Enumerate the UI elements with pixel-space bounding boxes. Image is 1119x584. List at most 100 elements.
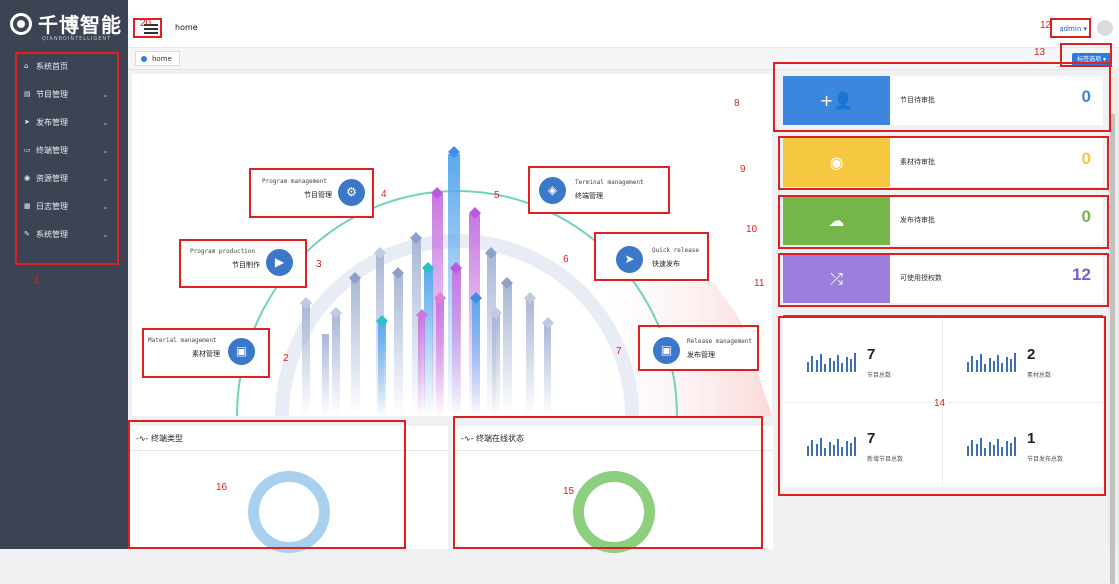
stat-value: 2 [1027,346,1036,363]
bar-chart-icon [967,352,1019,372]
sidebar-item-4[interactable]: ◉ 资源管理 ⌄ [0,164,128,192]
brand-logo: 千博智能 QIANBOINTELLIGENT [0,0,128,50]
annotation-number: 4 [381,189,387,200]
annotation-number: 16 [216,482,228,493]
image-icon: ▣ [228,338,255,365]
panel-terminal-type: -∿- 终端类型 [128,426,448,553]
module-quick-release[interactable]: ➤ Quick release 快速发布 [596,234,709,281]
brand-logo-icon [10,13,32,35]
annotation-number: 12 [1040,20,1052,31]
annotation-number: 6 [563,254,569,265]
approval-card[interactable]: ☁ 发布待审批 0 [783,196,1103,245]
card-label: 发布待审批 [900,216,935,224]
chevron-down-icon: ⌄ [102,229,109,239]
log-icon: ▦ [24,202,31,210]
annotation-number: 15 [563,486,575,497]
add-user-icon: +👤 [783,76,890,125]
card-label: 可使用授权数 [900,274,942,282]
send-icon: ➤ [24,118,30,126]
annotation-number: 8 [734,98,740,109]
sidebar-item-label: 节目管理 [36,89,68,99]
annotation-number: 14 [934,398,946,409]
annotation-number: 3 [316,259,322,270]
card-value: 0 [1081,207,1091,226]
annotation-number: 1 [34,275,40,286]
user-gear-icon: ⚙ [338,179,365,206]
resource-icon: ◉ [24,174,31,182]
scrollbar[interactable] [1108,74,1118,584]
sidebar-item-5[interactable]: ▦ 日志管理 ⌄ [0,192,128,220]
module-terminal-management[interactable]: ◈ Terminal management 终端管理 [529,168,667,213]
annotation-number: 7 [616,346,622,357]
chevron-down-icon: ⌄ [102,201,109,211]
user-menu[interactable]: admin ▾ [1059,25,1087,33]
page-title: home [175,23,198,32]
approval-card[interactable]: +👤 节目待审批 0 [783,76,1103,125]
approval-card[interactable]: ◉ 素材待审批 0 [783,138,1103,187]
brand-subtitle: QIANBOINTELLIGENT [42,36,112,42]
chevron-down-icon: ⌄ [102,173,109,183]
bar-chart-icon [967,436,1019,456]
tab-bar: home 标签选项 ▾ [128,48,1119,70]
stat-label: 素材总数 [1027,372,1052,379]
stat-label: 新增节目总数 [867,456,904,463]
tab-options-button[interactable]: 标签选项 ▾ [1072,53,1111,66]
sidebar-item-3[interactable]: ▭ 终端管理 ⌄ [0,136,128,164]
wrench-icon: ✎ [24,230,30,238]
terminal-type-donut [248,471,330,553]
release-icon: ▣ [653,337,680,364]
top-header: home admin ▾ [128,0,1119,48]
shuffle-icon: ⤮ [783,254,890,303]
card-label: 素材待审批 [900,158,935,166]
annotation-number: 13 [1034,47,1046,58]
stat-cell: 2 素材总数 [943,318,1103,402]
play-icon: ▶ [266,249,293,276]
brand-title: 千博智能 [38,13,122,37]
avatar[interactable] [1097,20,1113,36]
sidebar-item-label: 系统首页 [36,61,68,71]
stat-cell: 7 新增节目总数 [783,402,943,486]
panel-terminal-type-title: -∿- 终端类型 [136,434,184,443]
active-dot-icon [141,56,147,62]
sidebar-item-0[interactable]: ⌂ 系统首页 [0,52,128,80]
card-label: 节目待审批 [900,96,935,104]
card-value: 0 [1081,87,1091,106]
annotation-number: 11 [754,278,765,289]
stat-value: 7 [867,430,876,447]
sidebar-item-1[interactable]: ▤ 节目管理 ⌄ [0,80,128,108]
paper-plane-icon: ➤ [616,246,643,273]
tab-home-label: home [152,55,172,63]
module-material-management[interactable]: Material management 素材管理 ▣ [144,329,269,377]
stat-value: 7 [867,346,876,363]
sidebar-item-6[interactable]: ✎ 系统管理 ⌄ [0,220,128,248]
sidebar-item-label: 日志管理 [36,201,68,211]
module-release-management[interactable]: ▣ Release management 发布管理 [641,328,758,370]
home-icon: ⌂ [24,62,29,70]
cloud-upload-icon: ☁ [783,196,890,245]
tab-home[interactable]: home [135,51,180,66]
sidebar-item-label: 资源管理 [36,173,68,183]
annotation-number: 9 [740,164,746,175]
module-program-production[interactable]: Program production 节目制作 ▶ [180,240,306,287]
bar-chart-icon [807,436,859,456]
bar-chart-icon [807,352,859,372]
stat-cell: 1 节目发布总数 [943,402,1103,486]
module-program-management[interactable]: Program management 节目管理 ⚙ [250,169,373,217]
stat-value: 1 [1027,430,1036,447]
monitor-icon: ▭ [24,146,31,154]
chevron-down-icon: ⌄ [102,89,109,99]
sidebar-item-2[interactable]: ➤ 发布管理 ⌄ [0,108,128,136]
stat-label: 节目发布总数 [1027,456,1064,463]
hero-panel: Program management 节目管理 ⚙ Program produc… [132,74,772,416]
sidebar-item-label: 终端管理 [36,145,68,155]
card-value: 0 [1081,149,1091,168]
stat-cell: 7 节目总数 [783,318,943,402]
approval-card[interactable]: ⤮ 可使用授权数 12 [783,254,1103,303]
chevron-down-icon: ⌄ [102,117,109,127]
chevron-down-icon: ⌄ [102,145,109,155]
annotation-number: 5 [494,190,500,201]
sidebar-item-label: 发布管理 [36,117,68,127]
layers-icon: ◈ [539,177,566,204]
annotation-number: 2 [283,353,289,364]
sidebar-item-label: 系统管理 [36,229,68,239]
